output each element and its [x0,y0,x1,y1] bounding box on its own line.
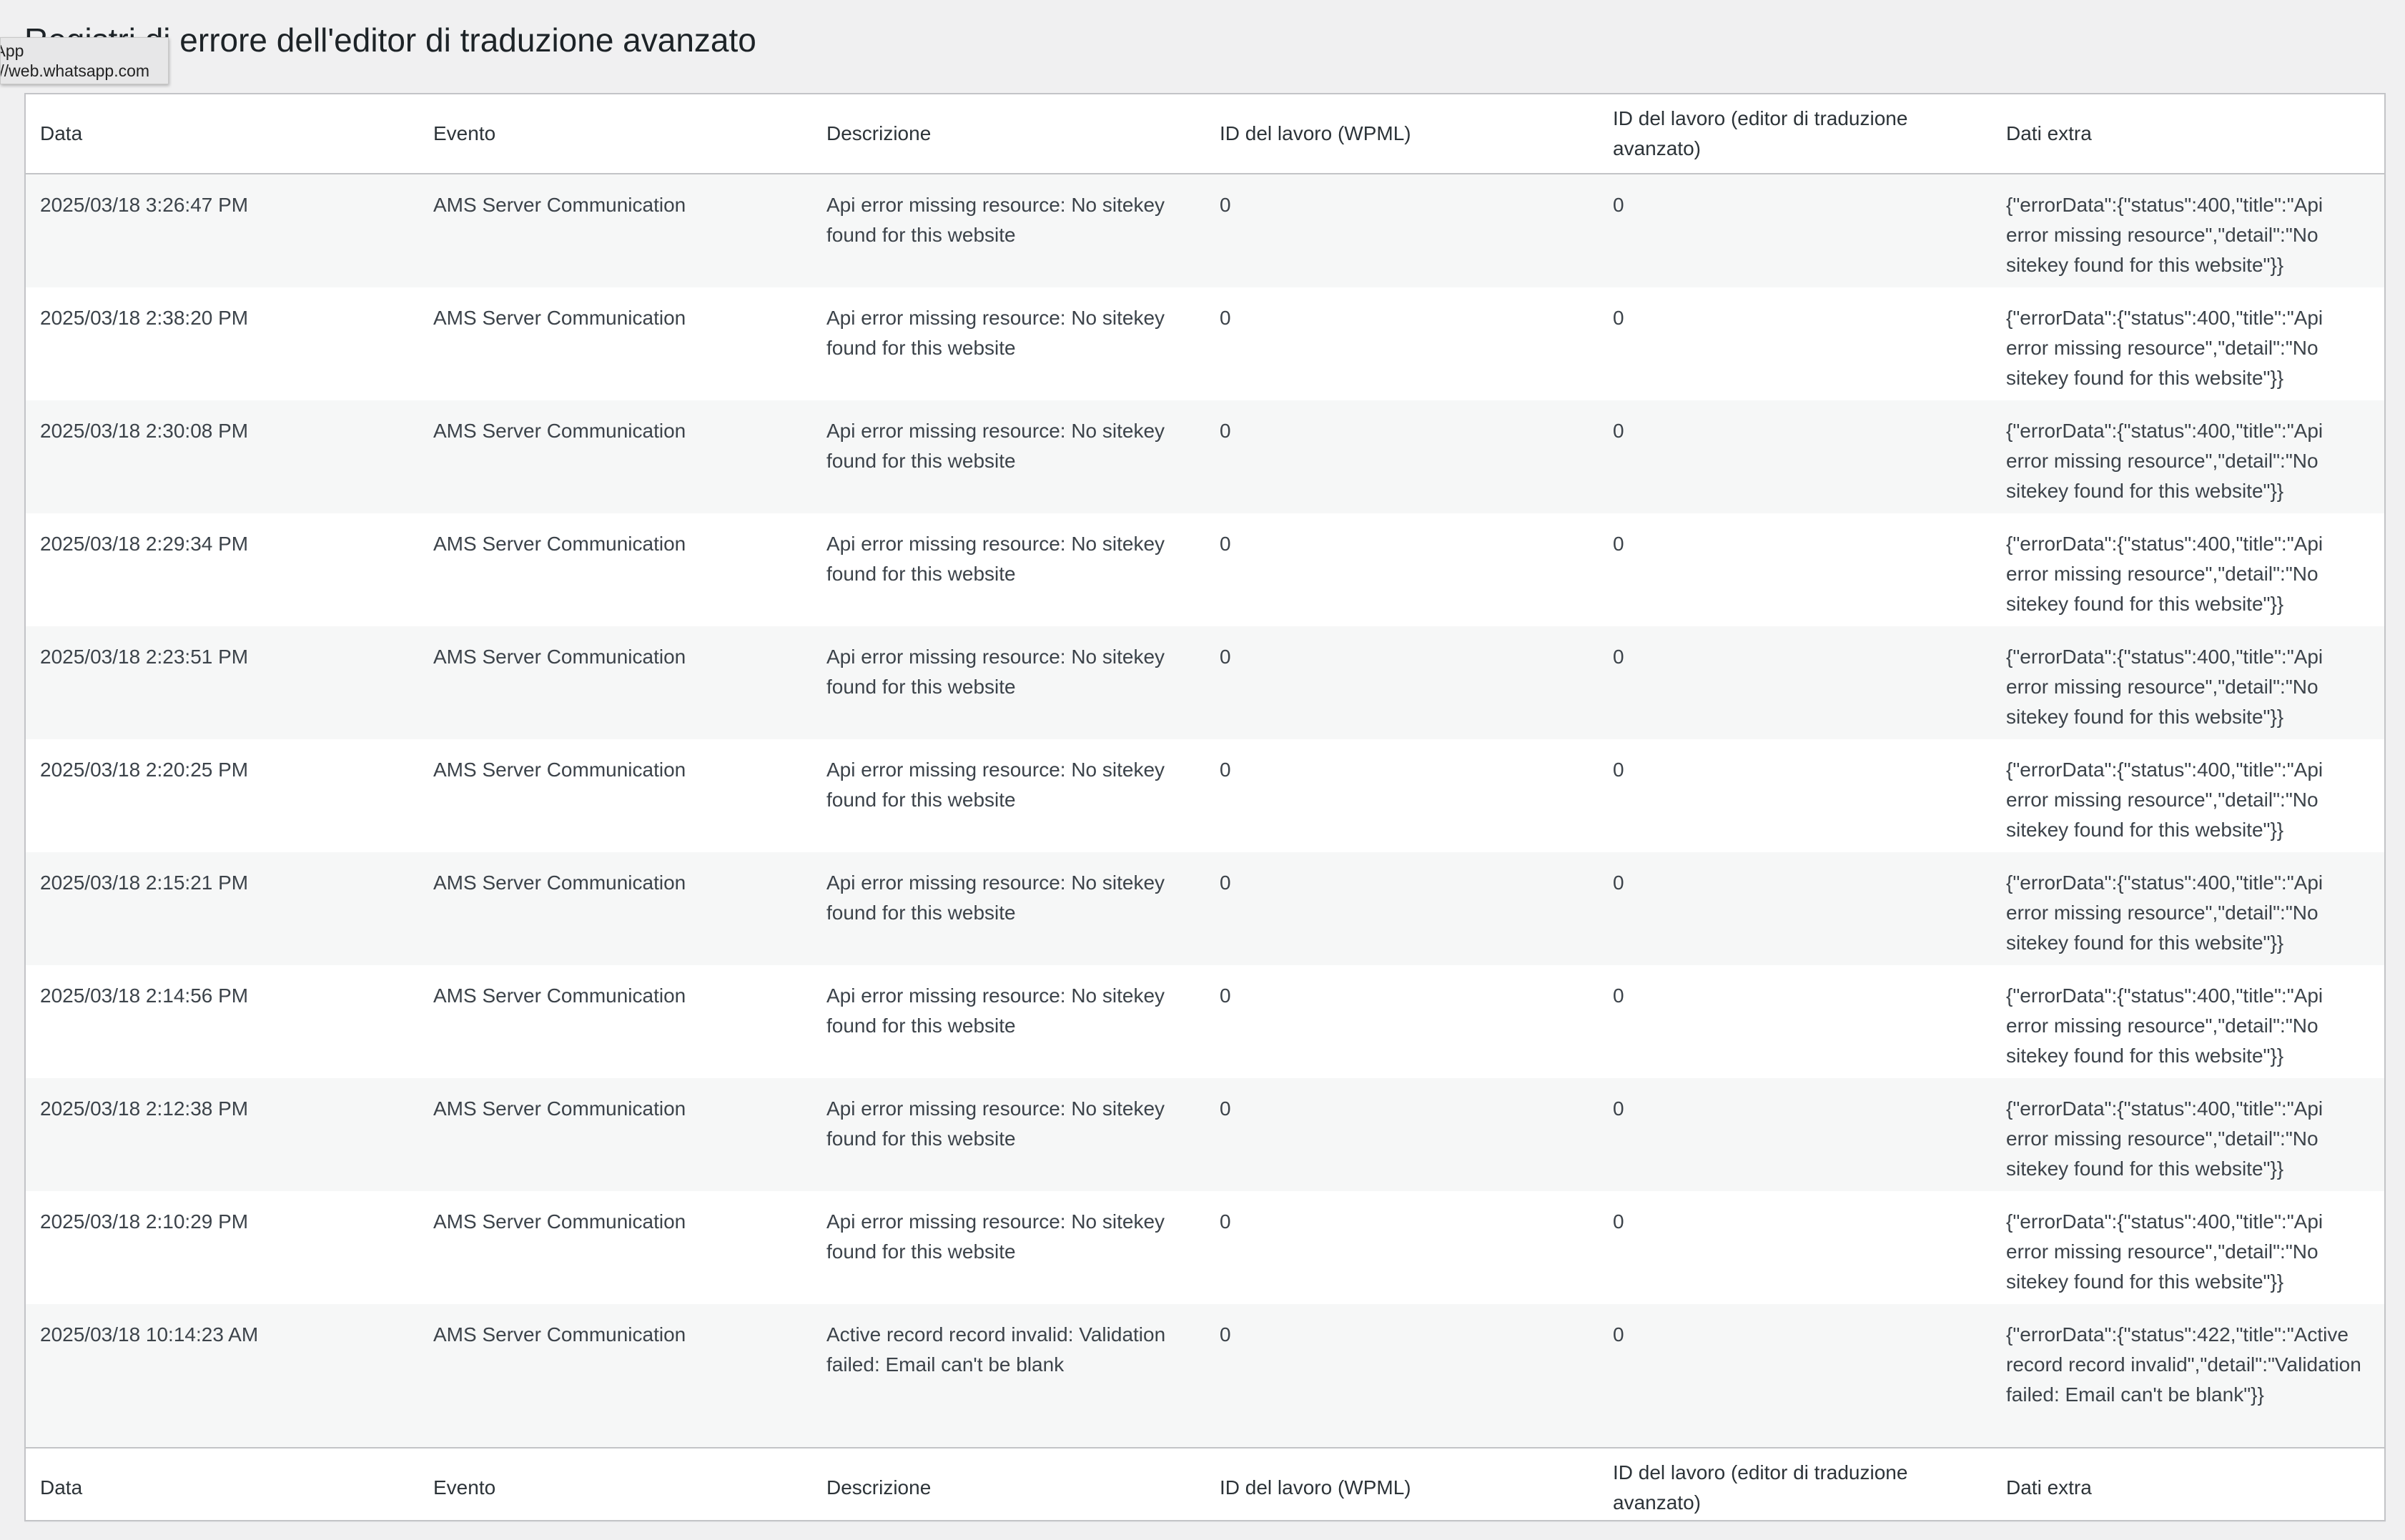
table-row: 2025/03/18 2:15:21 PM AMS Server Communic… [26,852,2384,965]
cell-job-id-ate: 0 [1599,287,1992,400]
cell-event: AMS Server Communication [419,965,812,1078]
table-row: 2025/03/18 2:10:29 PM AMS Server Communic… [26,1191,2384,1304]
cell-date: 2025/03/18 2:29:34 PM [26,513,419,626]
table-row: 2025/03/18 2:14:56 PM AMS Server Communic… [26,965,2384,1078]
cell-extra-data: {"errorData":{"status":400,"title":"Api … [1992,1191,2384,1304]
table-row: 2025/03/18 2:12:38 PM AMS Server Communic… [26,1078,2384,1191]
cell-event: AMS Server Communication [419,739,812,852]
column-footer-job-id-wpml: ID del lavoro (WPML) [1205,1447,1599,1527]
cell-job-id-wpml: 0 [1205,852,1599,965]
column-header-description: Descrizione [812,94,1205,174]
error-log-grid: Data Evento Descrizione ID del lavoro (W… [26,94,2384,1527]
table-row: 2025/03/18 2:30:08 PM AMS Server Communic… [26,400,2384,513]
cell-description: Api error missing resource: No sitekey f… [812,1078,1205,1191]
cell-date: 2025/03/18 2:15:21 PM [26,852,419,965]
cell-date: 2025/03/18 2:23:51 PM [26,626,419,739]
cell-event: AMS Server Communication [419,1191,812,1304]
table-footer: Data Evento Descrizione ID del lavoro (W… [26,1447,2384,1527]
table-row: 2025/03/18 10:14:23 AM AMS Server Communi… [26,1304,2384,1448]
cell-job-id-ate: 0 [1599,174,1992,287]
table-row: 2025/03/18 2:38:20 PM AMS Server Communic… [26,287,2384,400]
cell-job-id-wpml: 0 [1205,287,1599,400]
cell-date: 2025/03/18 2:38:20 PM [26,287,419,400]
cell-extra-data: {"errorData":{"status":400,"title":"Api … [1992,287,2384,400]
tooltip-url: ://web.whatsapp.com [0,61,150,80]
cell-event: AMS Server Communication [419,287,812,400]
cell-job-id-wpml: 0 [1205,174,1599,287]
tooltip-title: sApp [1,41,24,60]
cell-description: Api error missing resource: No sitekey f… [812,965,1205,1078]
cell-job-id-wpml: 0 [1205,513,1599,626]
link-tooltip: sApp ://web.whatsapp.com [0,37,169,84]
cell-extra-data: {"errorData":{"status":400,"title":"Api … [1992,400,2384,513]
cell-job-id-ate: 0 [1599,1191,1992,1304]
cell-description: Api error missing resource: No sitekey f… [812,1191,1205,1304]
cell-extra-data: {"errorData":{"status":400,"title":"Api … [1992,626,2384,739]
header-row: Data Evento Descrizione ID del lavoro (W… [26,94,2384,174]
cell-event: AMS Server Communication [419,626,812,739]
cell-description: Api error missing resource: No sitekey f… [812,287,1205,400]
cell-date: 2025/03/18 3:26:47 PM [26,174,419,287]
cell-job-id-wpml: 0 [1205,400,1599,513]
cell-job-id-ate: 0 [1599,852,1992,965]
column-footer-description: Descrizione [812,1447,1205,1527]
table-row: 2025/03/18 2:20:25 PM AMS Server Communic… [26,739,2384,852]
column-header-extra-data: Dati extra [1992,94,2384,174]
table-body: 2025/03/18 3:26:47 PM AMS Server Communic… [26,174,2384,1448]
cell-job-id-ate: 0 [1599,626,1992,739]
cell-job-id-wpml: 0 [1205,965,1599,1078]
cell-extra-data: {"errorData":{"status":400,"title":"Api … [1992,513,2384,626]
cell-extra-data: {"errorData":{"status":400,"title":"Api … [1992,965,2384,1078]
cell-extra-data: {"errorData":{"status":422,"title":"Acti… [1992,1304,2384,1448]
cell-description: Api error missing resource: No sitekey f… [812,400,1205,513]
table-header: Data Evento Descrizione ID del lavoro (W… [26,94,2384,174]
column-footer-job-id-ate: ID del lavoro (editor di traduzione avan… [1599,1447,1992,1527]
cell-extra-data: {"errorData":{"status":400,"title":"Api … [1992,852,2384,965]
cell-event: AMS Server Communication [419,1304,812,1448]
cell-job-id-ate: 0 [1599,1078,1992,1191]
column-header-job-id-ate: ID del lavoro (editor di traduzione avan… [1599,94,1992,174]
column-footer-event: Evento [419,1447,812,1527]
column-footer-date: Data [26,1447,419,1527]
cell-job-id-ate: 0 [1599,1304,1992,1448]
cell-date: 2025/03/18 2:20:25 PM [26,739,419,852]
table-row: 2025/03/18 2:29:34 PM AMS Server Communic… [26,513,2384,626]
cell-event: AMS Server Communication [419,1078,812,1191]
cell-job-id-wpml: 0 [1205,1191,1599,1304]
cell-job-id-wpml: 0 [1205,626,1599,739]
cell-description: Api error missing resource: No sitekey f… [812,174,1205,287]
cell-description: Api error missing resource: No sitekey f… [812,852,1205,965]
error-log-table: Data Evento Descrizione ID del lavoro (W… [24,93,2386,1527]
cell-job-id-wpml: 0 [1205,1078,1599,1191]
cell-description: Api error missing resource: No sitekey f… [812,626,1205,739]
cell-job-id-wpml: 0 [1205,1304,1599,1448]
cell-date: 2025/03/18 2:10:29 PM [26,1191,419,1304]
column-footer-extra-data: Dati extra [1992,1447,2384,1527]
cell-event: AMS Server Communication [419,513,812,626]
cell-job-id-ate: 0 [1599,739,1992,852]
cell-description: Active record record invalid: Validation… [812,1304,1205,1448]
column-header-job-id-wpml: ID del lavoro (WPML) [1205,94,1599,174]
cell-extra-data: {"errorData":{"status":400,"title":"Api … [1992,1078,2384,1191]
column-header-event: Evento [419,94,812,174]
cell-date: 2025/03/18 2:30:08 PM [26,400,419,513]
cell-extra-data: {"errorData":{"status":400,"title":"Api … [1992,739,2384,852]
cell-extra-data: {"errorData":{"status":400,"title":"Api … [1992,174,2384,287]
cell-event: AMS Server Communication [419,852,812,965]
column-header-date: Data [26,94,419,174]
cell-date: 2025/03/18 2:12:38 PM [26,1078,419,1191]
table-row: 2025/03/18 2:23:51 PM AMS Server Communic… [26,626,2384,739]
cell-event: AMS Server Communication [419,400,812,513]
cell-job-id-ate: 0 [1599,513,1992,626]
cell-job-id-ate: 0 [1599,400,1992,513]
table-row: 2025/03/18 3:26:47 PM AMS Server Communic… [26,174,2384,287]
cell-job-id-ate: 0 [1599,965,1992,1078]
cell-date: 2025/03/18 2:14:56 PM [26,965,419,1078]
cell-description: Api error missing resource: No sitekey f… [812,739,1205,852]
cell-event: AMS Server Communication [419,174,812,287]
cell-job-id-wpml: 0 [1205,739,1599,852]
cell-description: Api error missing resource: No sitekey f… [812,513,1205,626]
footer-row: Data Evento Descrizione ID del lavoro (W… [26,1447,2384,1527]
cell-date: 2025/03/18 10:14:23 AM [26,1304,419,1448]
